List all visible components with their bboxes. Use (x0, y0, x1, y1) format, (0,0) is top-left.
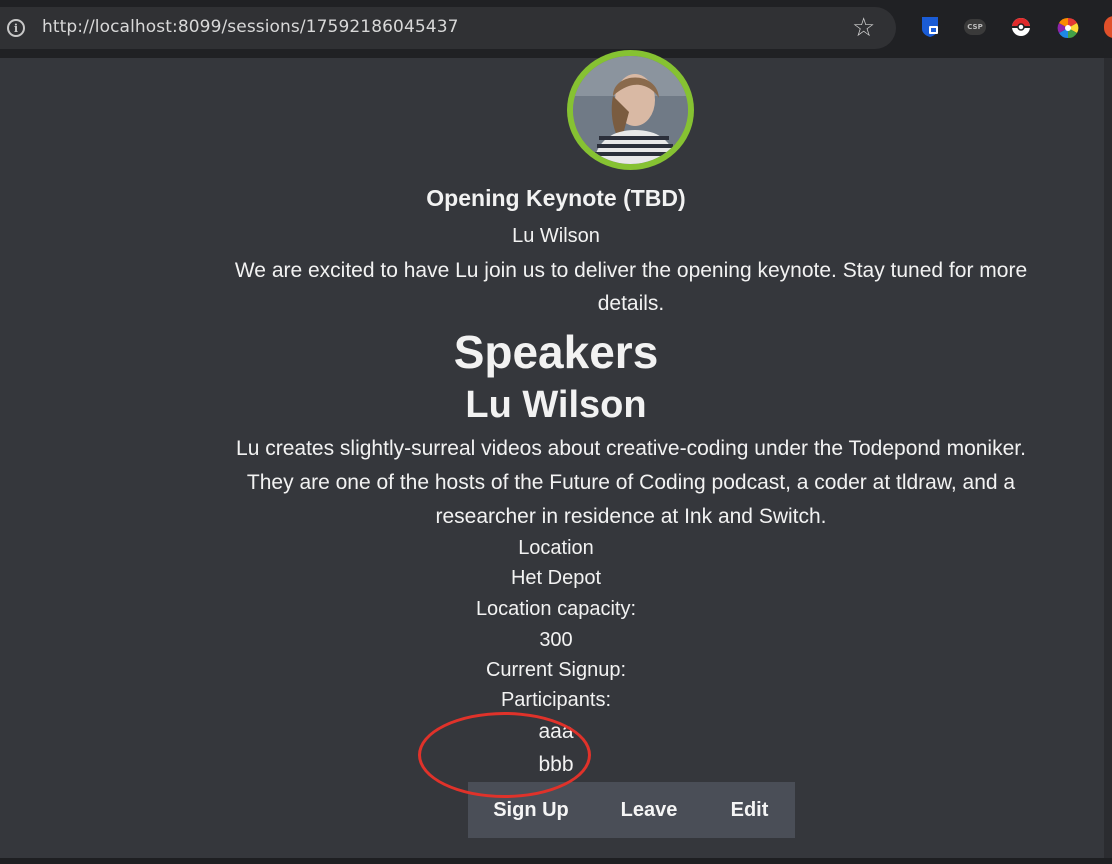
speakers-heading: Speakers (453, 326, 659, 378)
url-text[interactable]: http://localhost:8099/sessions/175921860… (42, 17, 459, 37)
speaker-name: Lu Wilson (465, 384, 647, 426)
address-bar[interactable]: i http://localhost:8099/sessions/1759218… (0, 7, 896, 49)
browser-toolbar: i http://localhost:8099/sessions/1759218… (0, 0, 1112, 58)
session-title: Opening Keynote (TBD) (426, 185, 686, 211)
capacity-label: Location capacity: (475, 598, 637, 620)
csp-icon[interactable]: CSP (964, 19, 986, 35)
speaker-photo (573, 56, 688, 164)
bitwarden-icon[interactable] (920, 16, 940, 38)
session-page: Opening Keynote (TBD) Lu Wilson We are e… (0, 50, 1112, 858)
edit-button[interactable]: Edit (704, 782, 795, 838)
extension-icon[interactable] (1104, 16, 1112, 38)
participant-item: aaa (538, 720, 574, 743)
capacity-value: 300 (539, 629, 573, 651)
leave-button[interactable]: Leave (594, 782, 704, 838)
session-actions: Sign Up Leave Edit (468, 782, 795, 838)
color-wheel-icon[interactable] (1057, 17, 1079, 39)
location-label: Location (518, 537, 594, 559)
bookmark-star-icon[interactable]: ☆ (852, 12, 875, 42)
pokeball-icon[interactable] (1011, 17, 1031, 37)
scrollbar-track[interactable] (1104, 58, 1112, 858)
session-speaker: Lu Wilson (512, 225, 600, 247)
sign-up-button[interactable]: Sign Up (468, 782, 594, 838)
avatar (567, 50, 694, 170)
current-signup-label: Current Signup: (485, 659, 627, 681)
speaker-bio: Lu creates slightly-surreal videos about… (236, 437, 1026, 528)
participant-item: bbb (538, 753, 574, 776)
info-icon[interactable]: i (7, 19, 25, 37)
session-description: We are excited to have Lu join us to del… (234, 259, 1028, 315)
bottom-edge (0, 858, 1112, 864)
participants-label: Participants: (500, 689, 612, 711)
location-value: Het Depot (510, 567, 602, 589)
